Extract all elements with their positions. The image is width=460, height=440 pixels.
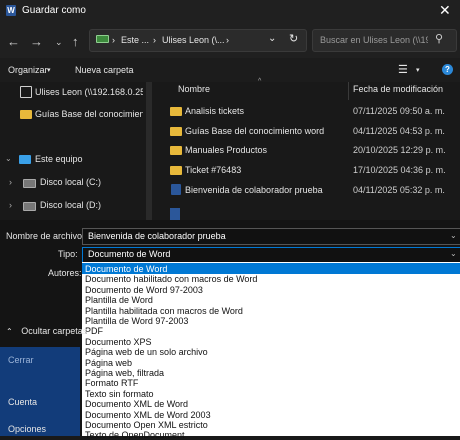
file-type-option[interactable]: Página web, filtrada bbox=[85, 368, 164, 378]
chevron-down-icon: ▾ bbox=[47, 67, 51, 74]
sidebar-item-ulises-leon[interactable]: Ulises Leon (\\192.168.0.25\Re bbox=[35, 87, 143, 97]
forward-arrow-icon[interactable]: → bbox=[30, 34, 43, 49]
file-row-name[interactable]: Bienvenida de colaborador prueba bbox=[185, 185, 323, 195]
file-type-option[interactable]: Documento XPS bbox=[85, 337, 152, 347]
file-type-option[interactable]: Plantilla habilitada con macros de Word bbox=[85, 306, 243, 316]
network-drive-icon bbox=[96, 35, 109, 43]
breadcrumb-ulises-leon[interactable]: Ulises Leon (\... bbox=[162, 35, 225, 45]
computer-icon bbox=[19, 155, 31, 164]
sort-caret-icon: ^ bbox=[258, 78, 262, 85]
type-label: Tipo: bbox=[58, 249, 78, 259]
chevron-up-icon: ⌃ bbox=[6, 327, 13, 336]
address-dropdown-icon[interactable]: ⌄ bbox=[268, 33, 276, 44]
chevron-down-icon[interactable]: ▾ bbox=[416, 66, 420, 74]
expand-chevron-icon[interactable]: ⌄ bbox=[5, 154, 12, 163]
filename-label: Nombre de archivo: bbox=[6, 231, 85, 241]
hide-folders-label: Ocultar carpetas bbox=[21, 326, 88, 336]
file-type-option[interactable]: Documento de Word bbox=[85, 264, 167, 274]
file-type-option[interactable]: Documento XML de Word bbox=[85, 399, 188, 409]
file-row-name[interactable]: Ticket #76483 bbox=[185, 165, 241, 175]
back-arrow-icon[interactable]: ← bbox=[7, 34, 20, 49]
file-type-value[interactable]: Documento de Word bbox=[88, 249, 170, 259]
file-type-option[interactable]: Documento de Word 97-2003 bbox=[85, 285, 203, 295]
column-divider[interactable] bbox=[348, 82, 349, 100]
file-row-date: 17/10/2025 04:36 p. m. bbox=[353, 165, 446, 175]
search-input[interactable]: Buscar en Ulises Leon (\\19... bbox=[320, 35, 428, 45]
file-type-option[interactable]: PDF bbox=[85, 326, 103, 336]
backstage-options[interactable]: Opciones bbox=[8, 424, 46, 434]
file-type-option[interactable]: Plantilla de Word bbox=[85, 295, 153, 305]
view-options-icon[interactable]: ☰ bbox=[398, 63, 408, 76]
sidebar-item-disco-c[interactable]: Disco local (C:) bbox=[40, 177, 101, 187]
file-type-option[interactable]: Documento habilitado con macros de Word bbox=[85, 274, 257, 284]
breadcrumb-chevron-icon: › bbox=[226, 35, 229, 45]
close-icon[interactable]: ✕ bbox=[439, 2, 451, 19]
file-type-option[interactable]: Documento XML de Word 2003 bbox=[85, 410, 211, 420]
breadcrumb-este-equipo[interactable]: Este ... bbox=[121, 35, 149, 45]
file-type-option[interactable]: Texto de OpenDocument bbox=[85, 430, 185, 440]
file-row-date: 07/11/2025 09:50 a. m. bbox=[353, 106, 445, 116]
file-type-option[interactable]: Página web bbox=[85, 358, 132, 368]
chevron-down-icon[interactable]: ⌄ bbox=[450, 249, 457, 258]
filename-input[interactable]: Bienvenida de colaborador prueba bbox=[88, 231, 226, 241]
file-row-name[interactable]: Guías Base del conocimiento word bbox=[185, 126, 324, 136]
file-row-date: 04/11/2025 05:32 p. m. bbox=[353, 185, 445, 195]
refresh-icon[interactable]: ↻ bbox=[289, 32, 298, 45]
folder-icon bbox=[170, 107, 182, 116]
file-row-name[interactable]: Analisis tickets bbox=[185, 106, 244, 116]
column-header-date[interactable]: Fecha de modificación bbox=[353, 84, 443, 94]
organize-button[interactable]: Organizar bbox=[8, 65, 48, 75]
folder-icon bbox=[170, 166, 182, 175]
file-row-name[interactable]: Manuales Productos bbox=[185, 145, 267, 155]
folder-icon bbox=[20, 110, 32, 119]
authors-label: Autores: bbox=[48, 268, 82, 278]
hide-folders-button[interactable]: ⌃ Ocultar carpetas bbox=[6, 326, 87, 336]
folder-icon bbox=[170, 127, 182, 136]
new-folder-button[interactable]: Nueva carpeta bbox=[75, 65, 134, 75]
file-type-option[interactable]: Formato RTF bbox=[85, 378, 138, 388]
help-icon[interactable]: ? bbox=[442, 64, 453, 75]
drive-icon bbox=[23, 202, 36, 211]
file-type-option[interactable]: Texto sin formato bbox=[85, 389, 154, 399]
sidebar-item-este-equipo[interactable]: Este equipo bbox=[35, 154, 83, 164]
file-row-date: 20/10/2025 12:29 p. m. bbox=[353, 145, 446, 155]
breadcrumb-chevron-icon: › bbox=[112, 35, 115, 45]
chevron-down-icon[interactable]: ⌄ bbox=[55, 37, 63, 48]
word-document-icon bbox=[170, 208, 180, 220]
backstage-close[interactable]: Cerrar bbox=[8, 355, 34, 365]
word-document-icon bbox=[171, 184, 181, 195]
up-arrow-icon[interactable]: ↑ bbox=[72, 34, 79, 49]
file-row-date: 04/11/2025 04:53 p. m. bbox=[353, 126, 445, 136]
toolbar bbox=[0, 58, 460, 82]
file-type-option[interactable]: Página web de un solo archivo bbox=[85, 347, 208, 357]
backstage-account[interactable]: Cuenta bbox=[8, 397, 37, 407]
window-title: Guardar como bbox=[22, 5, 86, 16]
network-drive-icon bbox=[20, 86, 32, 98]
sidebar-item-disco-d[interactable]: Disco local (D:) bbox=[40, 200, 101, 210]
drive-icon bbox=[23, 179, 36, 188]
column-header-name[interactable]: Nombre bbox=[178, 84, 210, 94]
chevron-down-icon[interactable]: ⌄ bbox=[450, 231, 457, 240]
expand-chevron-icon[interactable]: › bbox=[9, 177, 12, 187]
expand-chevron-icon[interactable]: › bbox=[9, 200, 12, 210]
file-type-option[interactable]: Plantilla de Word 97-2003 bbox=[85, 316, 188, 326]
file-type-option[interactable]: Documento Open XML estricto bbox=[85, 420, 208, 430]
search-icon[interactable]: ⚲ bbox=[435, 32, 443, 45]
partial-row bbox=[158, 206, 460, 220]
breadcrumb-chevron-icon: › bbox=[153, 35, 156, 45]
sidebar-item-guias-base[interactable]: Guías Base del conocimiento bbox=[35, 109, 143, 119]
sidebar-scrollbar[interactable] bbox=[146, 82, 152, 220]
folder-icon bbox=[170, 146, 182, 155]
word-icon: W bbox=[6, 5, 16, 16]
